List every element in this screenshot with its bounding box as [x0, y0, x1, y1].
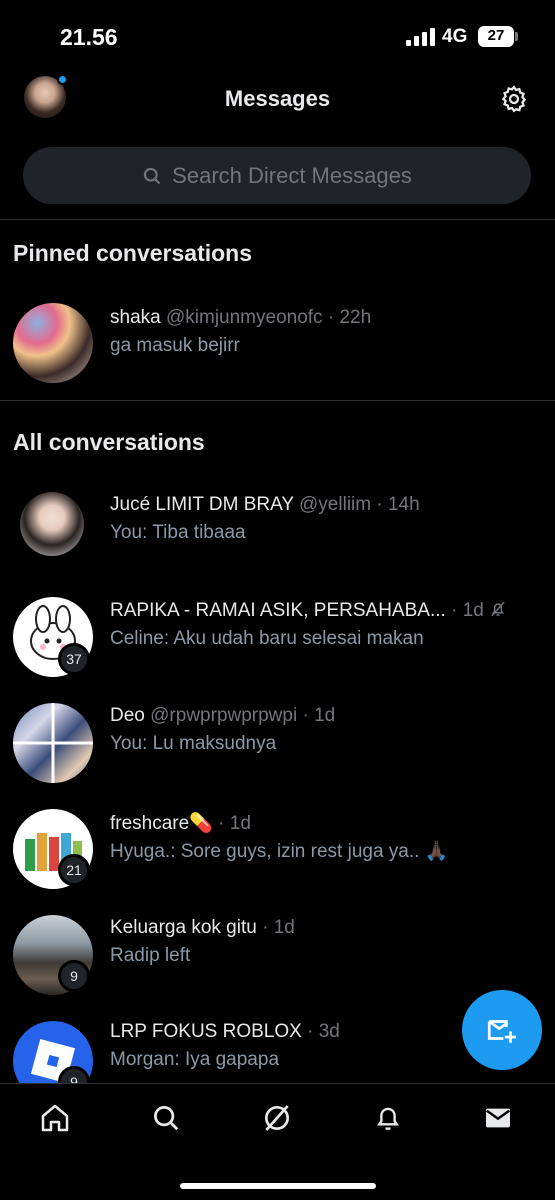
conversation-time: 3d — [318, 1021, 340, 1042]
avatar — [13, 303, 93, 383]
compose-message-icon — [487, 1020, 517, 1043]
status-bar: 21.56 4G 27 — [0, 0, 555, 66]
avatar — [13, 703, 93, 783]
notifications-icon — [376, 1107, 400, 1130]
network-type: 4G — [442, 26, 468, 47]
conversation-time: 1d — [229, 813, 251, 834]
conversation-time: 1d — [273, 917, 295, 938]
unread-count-badge: 21 — [58, 854, 90, 886]
conversation-name: shaka — [110, 307, 161, 328]
page-title: Messages — [224, 86, 331, 111]
conversation-header: shaka @kimjunmyeonofc · 22h — [110, 307, 371, 329]
conversation-preview: ga masuk bejirr — [110, 335, 240, 356]
nav-notifications[interactable] — [371, 1101, 405, 1135]
search-placeholder: Search Direct Messages — [172, 162, 412, 188]
pinned-conversation[interactable]: shaka @kimjunmyeonofc · 22h ga masuk bej… — [0, 293, 555, 393]
conversation-row[interactable]: Jucé LIMIT DM BRAY @yelliim · 14h You: T… — [0, 482, 555, 582]
signal-icon — [406, 28, 436, 46]
grok-icon — [265, 1105, 289, 1131]
conversation-name: LRP FOKUS ROBLOX — [110, 1021, 302, 1042]
settings-button[interactable] — [499, 84, 529, 114]
battery-level: 27 — [487, 27, 505, 44]
conversation-handle: @kimjunmyeonofc — [165, 307, 323, 328]
search-input[interactable]: Search Direct Messages — [23, 147, 531, 204]
conversation-handle: @yelliim — [299, 494, 372, 515]
conversation-preview: Hyuga.: Sore guys, izin rest juga ya.. 🙏… — [110, 841, 449, 862]
all-section-title: All conversations — [13, 429, 205, 455]
conversation-header: RAPIKA - RAMAI ASIK, PERSAHABA... · 1d — [110, 600, 507, 622]
nav-explore[interactable] — [149, 1101, 183, 1135]
pinned-section-title: Pinned conversations — [13, 240, 253, 266]
separator: · — [327, 307, 335, 328]
conversation-row[interactable]: 37 RAPIKA - RAMAI ASIK, PERSAHABA... · 1… — [0, 588, 555, 688]
divider — [0, 400, 555, 401]
unread-count-badge: 37 — [58, 643, 90, 675]
avatar — [20, 492, 84, 556]
conversation-row[interactable]: Deo @rpwprpwprpwpi · 1d You: Lu maksudny… — [0, 693, 555, 793]
unread-dot — [57, 74, 68, 85]
conversation-time: 1d — [314, 705, 336, 726]
conversation-preview: Celine: Aku udah baru selesai makan — [110, 628, 424, 649]
nav-home[interactable] — [38, 1101, 72, 1135]
conversation-header: Jucé LIMIT DM BRAY @yelliim · 14h — [110, 494, 420, 516]
separator: · — [376, 494, 383, 515]
battery-icon: 27 — [478, 26, 514, 47]
separator: · — [307, 1021, 314, 1042]
nav-grok[interactable] — [260, 1101, 294, 1135]
conversation-time: 22h — [339, 307, 372, 328]
nav-messages[interactable] — [481, 1101, 515, 1135]
conversation-name: Keluarga kok gitu — [110, 917, 257, 938]
status-time: 21.56 — [60, 24, 118, 50]
gear-icon — [501, 85, 527, 113]
conversation-header: freshcare💊 · 1d — [110, 811, 251, 835]
conversation-name: freshcare💊 — [110, 813, 213, 834]
conversation-preview: You: Lu maksudnya — [110, 733, 277, 754]
separator: · — [218, 813, 225, 834]
conversation-preview: Morgan: Iya gapapa — [110, 1049, 280, 1070]
conversation-preview: Radip left — [110, 945, 191, 966]
new-message-button[interactable] — [462, 990, 542, 1070]
conversation-handle: @rpwprpwprpwpi — [150, 705, 298, 726]
conversation-name: Deo — [110, 705, 145, 726]
search-icon — [154, 1106, 179, 1131]
divider — [0, 219, 555, 220]
search-icon — [144, 167, 161, 184]
conversation-time: 14h — [387, 494, 420, 515]
separator: · — [451, 600, 458, 621]
conversation-time: 1d — [462, 600, 484, 621]
home-icon — [41, 1104, 69, 1132]
conversation-row[interactable]: 21 freshcare💊 · 1d Hyuga.: Sore guys, iz… — [0, 799, 555, 899]
battery-cap — [515, 32, 518, 41]
conversation-name: RAPIKA - RAMAI ASIK, PERSAHABA... — [110, 600, 446, 621]
conversation-preview: You: Tiba tibaaa — [110, 522, 246, 543]
messages-icon — [485, 1108, 511, 1128]
conversation-row[interactable]: 9 Keluarga kok gitu · 1d Radip left — [0, 905, 555, 1005]
conversation-header: Deo @rpwprpwprpwpi · 1d — [110, 705, 335, 727]
separator: · — [262, 917, 269, 938]
muted-bell-icon — [491, 601, 505, 617]
conversation-name: Jucé LIMIT DM BRAY — [110, 494, 294, 515]
conversation-header: Keluarga kok gitu · 1d — [110, 917, 295, 939]
separator: · — [302, 705, 309, 726]
conversation-header: LRP FOKUS ROBLOX · 3d — [110, 1021, 340, 1043]
home-indicator — [180, 1183, 376, 1189]
unread-count-badge: 9 — [58, 960, 90, 992]
header: Messages — [0, 66, 555, 132]
